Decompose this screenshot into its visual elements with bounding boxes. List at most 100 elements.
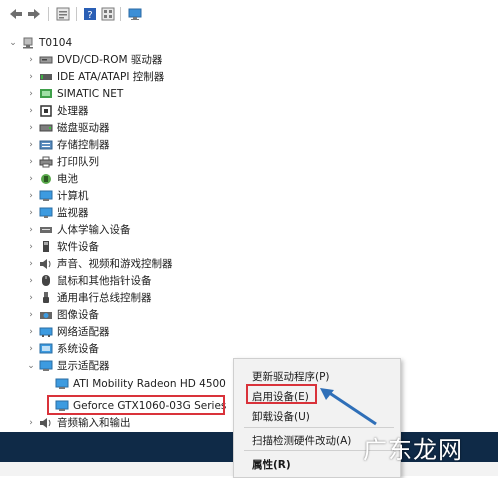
tree-item-processor[interactable]: › 处理器 <box>26 102 89 119</box>
storage-controller-icon <box>39 138 53 152</box>
network-adapter-icon <box>39 325 53 339</box>
tree-item-label: 软件设备 <box>57 241 99 253</box>
help-icon[interactable]: ? <box>82 6 98 22</box>
tree-item-mouse[interactable]: › 鼠标和其他指针设备 <box>26 272 152 289</box>
tree-item-label: IDE ATA/ATAPI 控制器 <box>57 71 165 83</box>
chevron-right-icon[interactable]: › <box>26 102 36 119</box>
tree-item-imaging[interactable]: › 图像设备 <box>26 306 99 323</box>
monitor-device-icon <box>39 206 53 220</box>
computer-root-icon <box>21 36 35 50</box>
tree-item-audio-io[interactable]: › 音频输入和输出 <box>26 414 131 431</box>
tree-item-network[interactable]: › 网络适配器 <box>26 323 110 340</box>
chevron-down-icon[interactable]: ⌄ <box>8 34 18 51</box>
svg-text:?: ? <box>87 10 92 21</box>
processor-icon <box>39 104 53 118</box>
tree-item-sound[interactable]: › 声音、视频和游戏控制器 <box>26 255 173 272</box>
menu-item-update-driver[interactable]: 更新驱动程序(P) <box>252 369 330 384</box>
tree-root[interactable]: ⌄ T0104 <box>8 34 72 51</box>
network-node-icon <box>39 87 53 101</box>
view-icon[interactable] <box>100 6 116 22</box>
chevron-right-icon[interactable]: › <box>26 68 36 85</box>
tree-item-label: 系统设备 <box>57 343 99 355</box>
usb-icon <box>39 291 53 305</box>
tree-item-label: ATI Mobility Radeon HD 4500 <box>73 377 226 390</box>
tree-item-software[interactable]: › 软件设备 <box>26 238 99 255</box>
chevron-right-icon[interactable]: › <box>26 340 36 357</box>
chevron-right-icon[interactable]: › <box>26 153 36 170</box>
dvd-drive-icon <box>39 53 53 67</box>
tree-item-hid[interactable]: › 人体学输入设备 <box>26 221 131 238</box>
root-label: T0104 <box>39 36 73 49</box>
disk-drive-icon <box>39 121 53 135</box>
tree-item-label: 显示适配器 <box>57 360 110 372</box>
chevron-right-icon[interactable]: › <box>26 238 36 255</box>
chevron-right-icon[interactable]: › <box>26 170 36 187</box>
chevron-right-icon[interactable]: › <box>26 187 36 204</box>
tree-item-simatic[interactable]: › SIMATIC NET <box>26 85 123 102</box>
speaker-icon <box>39 416 53 430</box>
ide-controller-icon <box>39 70 53 84</box>
tree-item-computer[interactable]: › 计算机 <box>26 187 89 204</box>
watermark: 广东龙网 <box>363 436 463 464</box>
tree-item-disk[interactable]: › 磁盘驱动器 <box>26 119 110 136</box>
software-device-icon <box>39 240 53 254</box>
tree-item-label: 人体学输入设备 <box>57 224 131 236</box>
hid-icon <box>39 223 53 237</box>
back-icon[interactable] <box>8 6 24 22</box>
chevron-down-icon[interactable]: ⌄ <box>26 357 36 374</box>
tree-item-usb[interactable]: › 通用串行总线控制器 <box>26 289 152 306</box>
properties-icon[interactable] <box>55 6 71 22</box>
speaker-icon <box>39 257 53 271</box>
tree-item-label: 音频输入和输出 <box>57 417 131 429</box>
tree-item-label: 打印队列 <box>57 156 99 168</box>
enable-device-highlight-box <box>246 384 317 404</box>
tree-item-label: 计算机 <box>57 190 89 202</box>
system-device-icon <box>39 342 53 356</box>
monitor-icon[interactable] <box>127 6 143 22</box>
tree-item-label: 处理器 <box>57 105 89 117</box>
chevron-right-icon[interactable]: › <box>26 119 36 136</box>
tree-item-label: 声音、视频和游戏控制器 <box>57 258 173 270</box>
tree-item-ide[interactable]: › IDE ATA/ATAPI 控制器 <box>26 68 164 85</box>
chevron-right-icon[interactable]: › <box>26 136 36 153</box>
tree-item-storage[interactable]: › 存储控制器 <box>26 136 110 153</box>
chevron-right-icon[interactable]: › <box>26 289 36 306</box>
tree-item-printqueue[interactable]: › 打印队列 <box>26 153 99 170</box>
tree-item-system[interactable]: › 系统设备 <box>26 340 99 357</box>
menu-item-scan-hardware[interactable]: 扫描检测硬件改动(A) <box>252 433 351 448</box>
tree-item-label: 电池 <box>57 173 78 185</box>
tree-item-dvd[interactable]: › DVD/CD-ROM 驱动器 <box>26 51 162 68</box>
tree-item-label: 存储控制器 <box>57 139 110 151</box>
chevron-right-icon[interactable]: › <box>26 85 36 102</box>
tree-item-label: 通用串行总线控制器 <box>57 292 152 304</box>
computer-icon <box>39 189 53 203</box>
chevron-right-icon[interactable]: › <box>26 204 36 221</box>
printer-icon <box>39 155 53 169</box>
toolbar: ? <box>0 0 498 28</box>
chevron-right-icon[interactable]: › <box>26 306 36 323</box>
tree-item-display[interactable]: ⌄ 显示适配器 <box>26 357 110 374</box>
tree-item-label: 图像设备 <box>57 309 99 321</box>
tree-item-monitor[interactable]: › 监视器 <box>26 204 89 221</box>
forward-icon[interactable] <box>26 6 42 22</box>
geforce-highlight-box <box>47 395 225 415</box>
tree-item-label: 网络适配器 <box>57 326 110 338</box>
chevron-right-icon[interactable]: › <box>26 255 36 272</box>
chevron-right-icon[interactable]: › <box>26 272 36 289</box>
menu-item-properties[interactable]: 属性(R) <box>252 457 291 472</box>
tree-item-battery[interactable]: › 电池 <box>26 170 78 187</box>
chevron-right-icon[interactable]: › <box>26 51 36 68</box>
chevron-right-icon[interactable]: › <box>26 323 36 340</box>
menu-separator <box>244 427 394 428</box>
menu-item-uninstall-device[interactable]: 卸载设备(U) <box>252 409 310 424</box>
chevron-right-icon[interactable]: › <box>26 414 36 431</box>
tree-item-label: SIMATIC NET <box>57 87 124 100</box>
tree-item-label: 监视器 <box>57 207 89 219</box>
camera-icon <box>39 308 53 322</box>
battery-icon <box>39 172 53 186</box>
chevron-right-icon[interactable]: › <box>26 221 36 238</box>
tree-item-ati[interactable]: ATI Mobility Radeon HD 4500 <box>52 375 226 392</box>
annotation-arrow-icon <box>320 388 377 426</box>
tree-item-label: 磁盘驱动器 <box>57 122 110 134</box>
tree-item-label: DVD/CD-ROM 驱动器 <box>57 54 163 66</box>
